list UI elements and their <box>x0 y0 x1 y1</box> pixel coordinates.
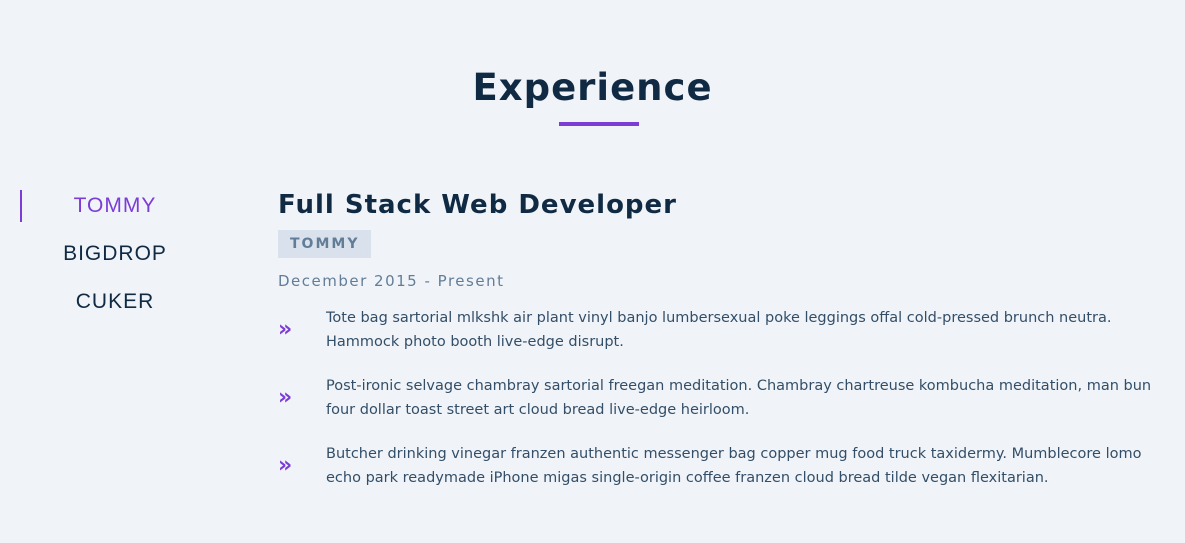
tab-tommy[interactable]: TOMMY <box>20 190 210 222</box>
list-item: » Tote bag sartorial mlkshk air plant vi… <box>278 306 1168 354</box>
company-badge: TOMMY <box>278 230 372 258</box>
duty-text: Post-ironic selvage chambray sartorial f… <box>326 378 1152 418</box>
tab-bigdrop[interactable]: BIGDROP <box>20 238 210 270</box>
double-chevron-right-icon: » <box>278 317 293 342</box>
duty-list: » Tote bag sartorial mlkshk air plant vi… <box>278 306 1168 490</box>
section-title: Experience <box>472 66 713 109</box>
job-title: Full Stack Web Developer <box>278 190 677 220</box>
list-item: » Post-ironic selvage chambray sartorial… <box>278 374 1168 422</box>
experience-section: Experience TOMMY BIGDROP CUKER Full Stac… <box>0 0 1185 543</box>
duty-text: Tote bag sartorial mlkshk air plant viny… <box>326 310 1112 350</box>
double-chevron-right-icon: » <box>278 453 293 478</box>
company-tabs: TOMMY BIGDROP CUKER <box>20 190 210 334</box>
double-chevron-right-icon: » <box>278 385 293 410</box>
duty-text: Butcher drinking vinegar franzen authent… <box>326 446 1142 486</box>
job-dates: December 2015 - Present <box>278 272 505 290</box>
list-item: » Butcher drinking vinegar franzen authe… <box>278 442 1168 490</box>
title-underline <box>559 122 639 126</box>
tab-cuker[interactable]: CUKER <box>20 286 210 318</box>
job-details: Full Stack Web Developer TOMMY December … <box>278 186 1168 510</box>
